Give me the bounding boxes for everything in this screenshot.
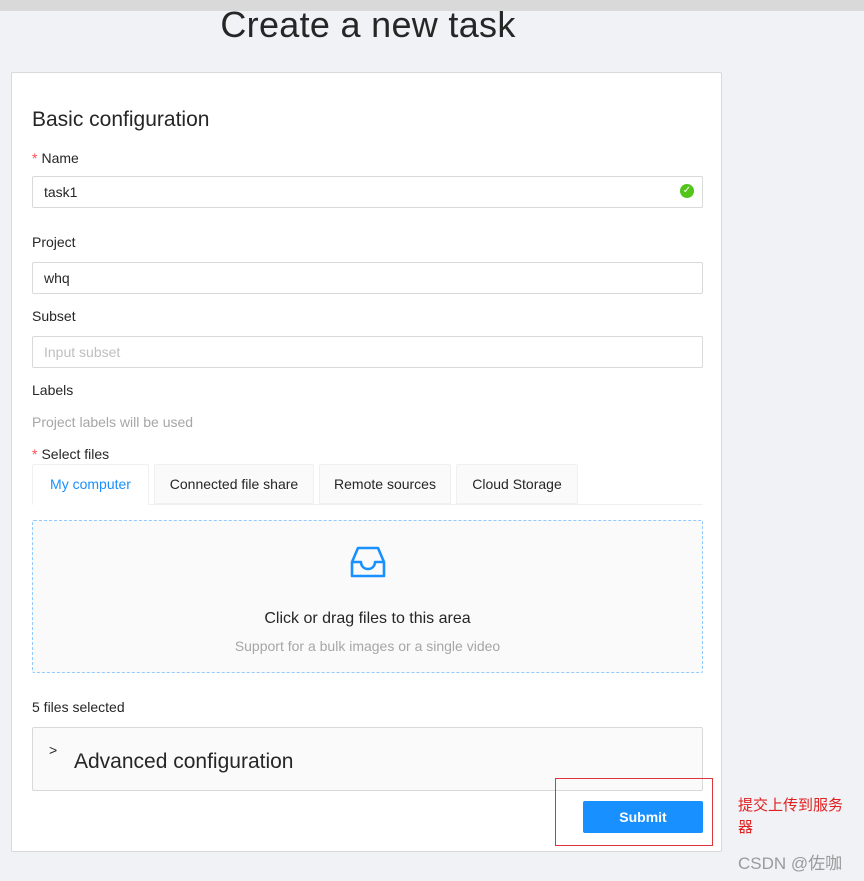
subset-label: Subset xyxy=(32,308,76,324)
tab-connected-file-share[interactable]: Connected file share xyxy=(154,464,314,504)
tab-remote-sources[interactable]: Remote sources xyxy=(319,464,451,504)
name-input-value: task1 xyxy=(44,184,78,200)
labels-hint: Project labels will be used xyxy=(32,414,194,430)
files-selected-count: 5 files selected xyxy=(32,699,125,715)
tab-cloud-storage[interactable]: Cloud Storage xyxy=(456,464,578,504)
file-dropzone[interactable]: Click or drag files to this area Support… xyxy=(32,520,703,673)
tab-my-computer[interactable]: My computer xyxy=(32,464,149,505)
project-select[interactable]: whq xyxy=(32,262,703,294)
annotation-highlight-box xyxy=(555,778,713,846)
dropzone-hint: Support for a bulk images or a single vi… xyxy=(234,638,501,654)
section-title-basic: Basic configuration xyxy=(32,108,210,131)
required-mark: * xyxy=(32,446,38,462)
select-files-label: * Select files xyxy=(32,446,109,462)
watermark: CSDN @佐咖 xyxy=(738,854,843,873)
annotation-text: 提交上传到服务器 xyxy=(738,797,844,836)
chevron-right-icon: > xyxy=(49,742,58,758)
page-title: Create a new task xyxy=(220,4,516,45)
name-label-text: Name xyxy=(41,150,79,166)
required-mark: * xyxy=(32,150,38,166)
labels-label: Labels xyxy=(32,382,74,398)
name-input[interactable]: task1 ✓ xyxy=(32,176,703,208)
inbox-icon xyxy=(350,546,386,578)
subset-input[interactable] xyxy=(32,336,703,368)
file-source-tabs: My computer Connected file share Remote … xyxy=(32,464,703,505)
project-select-value: whq xyxy=(44,270,70,286)
dropzone-text: Click or drag files to this area xyxy=(264,610,471,627)
task-form-card: Basic configuration * Name task1 ✓ Projec… xyxy=(11,72,722,852)
check-circle-icon: ✓ xyxy=(680,184,694,198)
name-label: * Name xyxy=(32,150,79,166)
select-files-label-text: Select files xyxy=(41,446,110,462)
project-label: Project xyxy=(32,234,76,250)
advanced-configuration-title: Advanced configuration xyxy=(74,750,294,773)
